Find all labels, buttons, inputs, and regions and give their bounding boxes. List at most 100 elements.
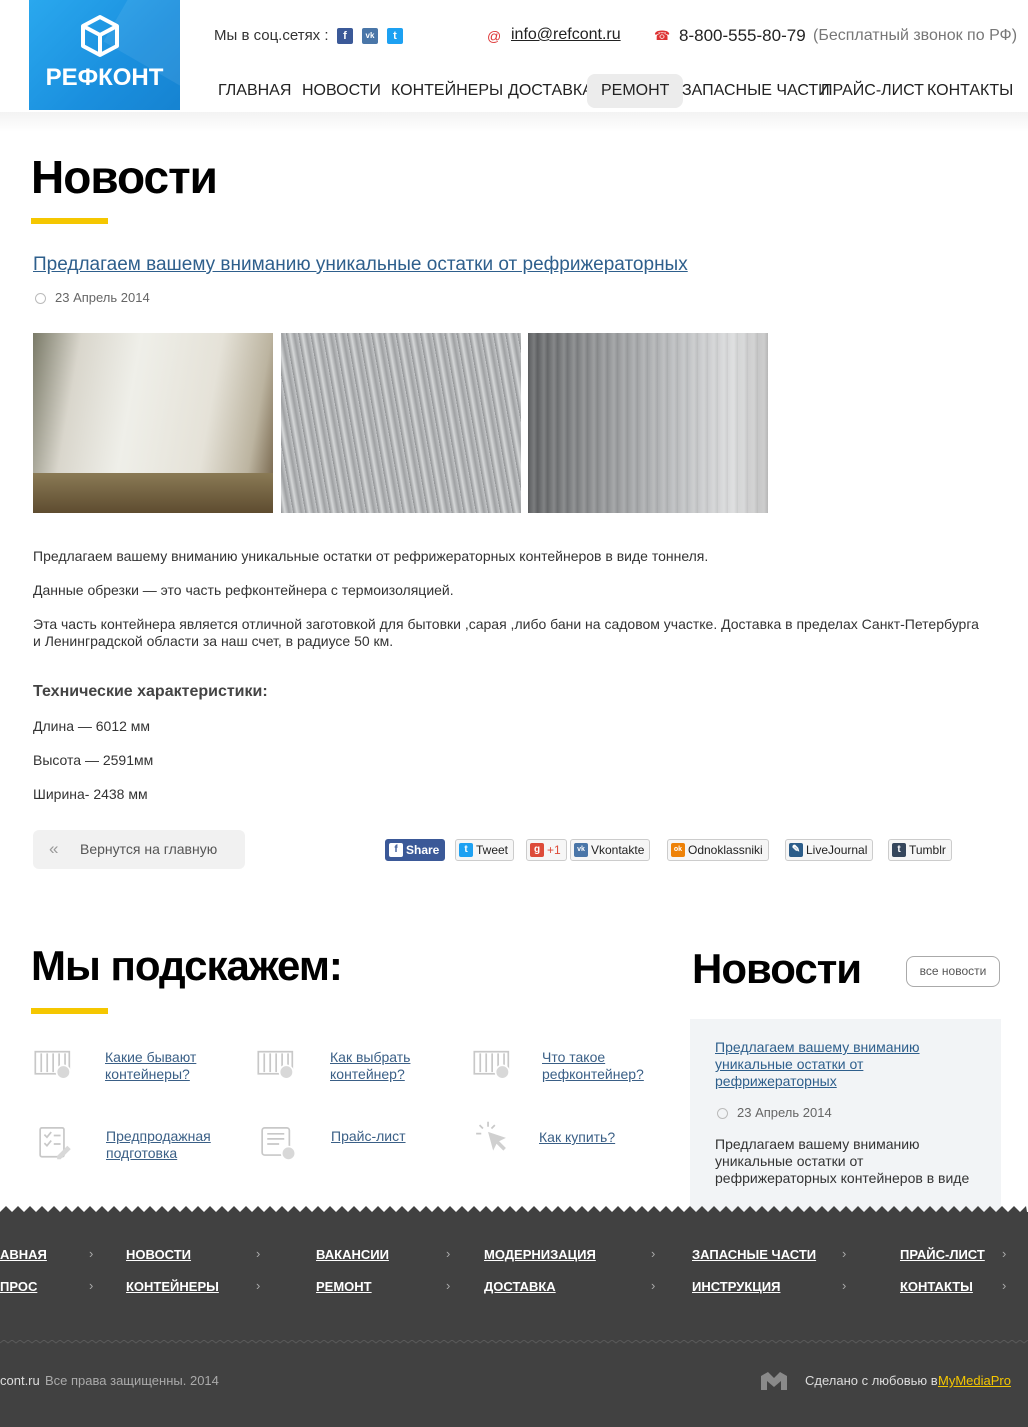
social-label: Мы в соц.сетях : bbox=[214, 27, 329, 44]
vk-icon[interactable]: vk bbox=[362, 28, 378, 44]
spec-length: Длина — 6012 мм bbox=[33, 718, 151, 734]
googleplus-icon: g bbox=[530, 843, 544, 857]
double-chevron-left-icon: « bbox=[49, 839, 59, 858]
twitter-icon: t bbox=[459, 843, 473, 857]
phone-icon: ☎ bbox=[654, 28, 671, 43]
logo[interactable]: РЕФКОНТ bbox=[29, 0, 180, 110]
copyright-text: Все права защищенны. 2014 bbox=[45, 1373, 219, 1388]
footer-link[interactable]: ПРАЙС-ЛИСТ bbox=[900, 1247, 985, 1262]
nav-item[interactable]: КОНТАКТЫ bbox=[913, 74, 1027, 108]
chevron-right-icon: › bbox=[256, 1278, 261, 1293]
box-logo-icon bbox=[81, 15, 119, 57]
tip-link[interactable]: Как купить? bbox=[539, 1129, 659, 1146]
article-title[interactable]: Предлагаем вашему вниманию уникальные ос… bbox=[33, 254, 688, 276]
footer-link[interactable]: ЗАПАСНЫЕ ЧАСТИ bbox=[692, 1247, 816, 1262]
share-button[interactable]: f Share bbox=[385, 839, 446, 861]
article-paragraph: Данные обрезки — это часть рефконтейнера… bbox=[33, 582, 454, 598]
checklist-icon bbox=[39, 1127, 71, 1160]
chevron-right-icon: › bbox=[446, 1278, 451, 1293]
vk-icon: vk bbox=[574, 843, 588, 857]
article-paragraph: Предлагаем вашему вниманию уникальные ос… bbox=[33, 548, 709, 564]
footer-divider bbox=[0, 1340, 1028, 1344]
share-label: Odnoklassniki bbox=[688, 843, 763, 857]
back-to-home-button[interactable]: « Вернутся на главную bbox=[33, 830, 245, 869]
back-label: Вернутся на главную bbox=[80, 841, 218, 857]
tip-link[interactable]: Как выбрать контейнер? bbox=[330, 1049, 450, 1083]
article-photo-3[interactable] bbox=[528, 333, 768, 513]
news-card-text: Предлагаем вашему вниманию уникальные ос… bbox=[715, 1136, 970, 1186]
made-with-love: Сделано с любовью в bbox=[805, 1373, 938, 1388]
phone-note: (Бесплатный звонок по РФ) bbox=[813, 27, 1018, 44]
chevron-right-icon: › bbox=[89, 1278, 94, 1293]
clock-icon bbox=[35, 293, 46, 304]
footer-link[interactable]: КОНТАКТЫ bbox=[900, 1279, 973, 1294]
chevron-right-icon: › bbox=[651, 1278, 656, 1293]
clock-icon bbox=[717, 1108, 728, 1119]
spec-width: Ширина- 2438 мм bbox=[33, 786, 148, 802]
article-photo-1[interactable] bbox=[33, 333, 273, 513]
share-button[interactable]: g +1 bbox=[526, 839, 567, 861]
tips-title: Мы подскажем: bbox=[31, 942, 343, 989]
brand-name: РЕФКОНТ bbox=[45, 64, 164, 91]
share-button[interactable]: t Tweet bbox=[455, 839, 515, 861]
footer-link[interactable]: РЕМОНТ bbox=[316, 1279, 372, 1294]
email-link[interactable]: info@refcont.ru bbox=[511, 26, 621, 44]
chevron-right-icon: › bbox=[1002, 1278, 1007, 1293]
copyright-site: cont.ru bbox=[0, 1373, 40, 1388]
twitter-icon[interactable]: t bbox=[387, 28, 403, 44]
tips-underline bbox=[31, 1008, 108, 1014]
footer-link[interactable]: МОДЕРНИЗАЦИЯ bbox=[484, 1247, 596, 1262]
chevron-right-icon: › bbox=[89, 1246, 94, 1261]
mymediapro-logo-icon bbox=[761, 1372, 787, 1390]
title-underline bbox=[31, 218, 108, 224]
footer-link[interactable]: АВНАЯ bbox=[0, 1247, 47, 1262]
article-photo-2[interactable] bbox=[281, 333, 521, 513]
footer-link[interactable]: КОНТЕЙНЕРЫ bbox=[126, 1279, 219, 1294]
chevron-right-icon: › bbox=[651, 1246, 656, 1261]
footer bbox=[0, 1212, 1028, 1427]
share-button[interactable]: vk Vkontakte bbox=[570, 839, 651, 861]
share-button[interactable]: ✎ LiveJournal bbox=[785, 839, 874, 861]
share-label: Tweet bbox=[476, 843, 509, 857]
container-icon bbox=[473, 1050, 510, 1080]
header-shadow bbox=[0, 112, 1028, 132]
share-button[interactable]: ok Odnoklassniki bbox=[667, 839, 769, 861]
share-label: Vkontakte bbox=[591, 843, 645, 857]
chevron-right-icon: › bbox=[446, 1246, 451, 1261]
chevron-right-icon: › bbox=[842, 1246, 847, 1261]
footer-link[interactable]: ПРОС bbox=[0, 1279, 37, 1294]
all-news-button[interactable]: все новости bbox=[906, 956, 1000, 987]
tip-link[interactable]: Какие бывают контейнеры? bbox=[105, 1049, 225, 1083]
share-button[interactable]: t Tumblr bbox=[888, 839, 952, 861]
news-card: Предлагаем вашему вниманию уникальные ос… bbox=[690, 1019, 1001, 1214]
share-label: LiveJournal bbox=[806, 843, 868, 857]
tip-link[interactable]: Предпродажная подготовка bbox=[106, 1128, 226, 1162]
tip-link[interactable]: Что такое рефконтейнер? bbox=[542, 1049, 662, 1083]
chevron-right-icon: › bbox=[1002, 1246, 1007, 1261]
article-date: 23 Апрель 2014 bbox=[55, 290, 150, 305]
footer-link[interactable]: НОВОСТИ bbox=[126, 1247, 191, 1262]
facebook-icon: f bbox=[389, 843, 403, 857]
agency-link[interactable]: MyMediaPro bbox=[938, 1373, 1011, 1388]
specs-title: Технические характеристики: bbox=[33, 683, 268, 700]
footer-link[interactable]: ИНСТРУКЦИЯ bbox=[692, 1279, 780, 1294]
livejournal-icon: ✎ bbox=[789, 843, 803, 857]
page-title: Новости bbox=[31, 151, 218, 203]
email-icon: @ bbox=[487, 28, 502, 44]
container-icon bbox=[257, 1050, 294, 1080]
footer-link[interactable]: ДОСТАВКА bbox=[484, 1279, 556, 1294]
chevron-right-icon: › bbox=[256, 1246, 261, 1261]
facebook-icon[interactable]: f bbox=[337, 28, 353, 44]
news-card-title[interactable]: Предлагаем вашему вниманию уникальные ос… bbox=[715, 1039, 975, 1090]
share-label: +1 bbox=[547, 843, 561, 857]
tumblr-icon: t bbox=[892, 843, 906, 857]
tip-link[interactable]: Прайс-лист bbox=[331, 1128, 451, 1145]
news-card-date: 23 Апрель 2014 bbox=[737, 1105, 832, 1120]
share-label: Share bbox=[406, 843, 440, 857]
footer-link[interactable]: ВАКАНСИИ bbox=[316, 1247, 389, 1262]
phone-number: 8-800-555-80-79 bbox=[679, 26, 806, 45]
odnoklassniki-icon: ok bbox=[671, 843, 685, 857]
cursor-click-icon bbox=[476, 1121, 506, 1151]
article-paragraph: Эта часть контейнера является отличной з… bbox=[33, 616, 979, 649]
chevron-right-icon: › bbox=[842, 1278, 847, 1293]
